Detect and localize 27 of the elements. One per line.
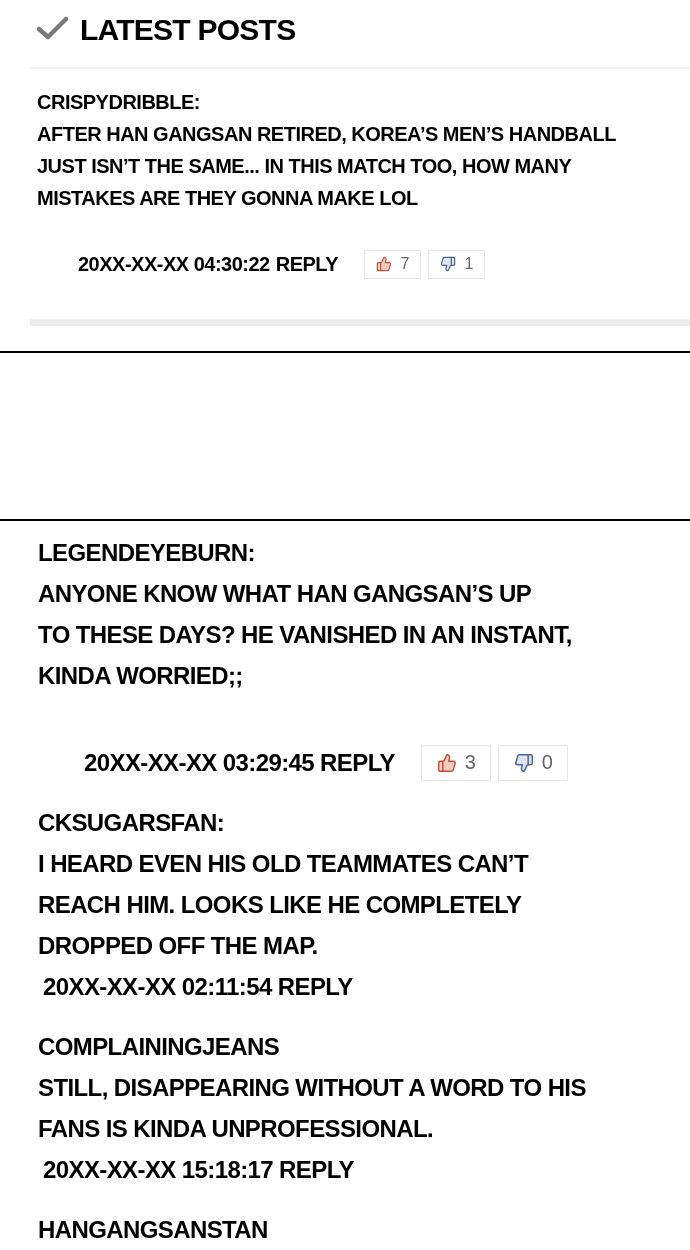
timestamp-text: 20XX-XX-XX 03:29:45 — [84, 748, 315, 778]
dislike-button[interactable]: 0 — [497, 744, 568, 781]
timestamp-text: 20XX-XX-XX 15:18:17 — [43, 1155, 274, 1185]
comment-text: STILL, DISAPPEARING WITHOUT A WORD TO HIS FANS IS KINDA UNPROFESSIONAL. — [38, 1073, 586, 1144]
thumbs-down-icon — [513, 752, 534, 773]
like-button[interactable]: 7 — [364, 249, 422, 279]
thumbs-up-icon — [376, 256, 393, 272]
section-title: LATEST POSTS — [80, 13, 296, 47]
username-text: CKSUGARSFAN: — [38, 808, 225, 838]
timestamp-text: 20XX-XX-XX 04:30:22 — [78, 252, 270, 277]
username-text: COMPLAININGJEANS — [38, 1032, 280, 1062]
checkmark-icon — [37, 16, 68, 40]
reply-link[interactable]: REPLY — [279, 1149, 354, 1190]
comment-text: ANYONE KNOW WHAT HAN GANGSAN’S UP TO THESE DAYS? HE VANISHED IN AN INSTANT, KINDA WORRIED;; — [38, 579, 572, 691]
like-button[interactable]: 3 — [420, 744, 491, 781]
username-text: CRISPYDRIBBLE: — [37, 90, 200, 115]
dislike-button[interactable]: 1 — [428, 249, 486, 279]
username-text: LEGENDEYEBURN: — [38, 538, 255, 568]
reply-link[interactable]: REPLY — [275, 248, 339, 280]
reply-link[interactable]: REPLY — [320, 742, 395, 783]
comment-text: AFTER HAN GANGSAN RETIRED, KOREA’S MEN’S HANDBALL JUST ISN’T THE SAME... IN THIS MATCH TOO, HOW MANY MISTAKES ARE THEY GONNA MAKE LOL — [37, 122, 616, 211]
thumbs-up-icon — [436, 752, 457, 773]
thumbs-down-icon — [440, 256, 457, 272]
username-text: HANGANGSANSTAN — [38, 1215, 268, 1245]
comment-text: I HEARD EVEN HIS OLD TEAMMATES CAN’T REACH HIM. LOOKS LIKE HE COMPLETELY DROPPED OFF THE MAP. — [38, 849, 528, 961]
timestamp-text: 20XX-XX-XX 02:11:54 — [43, 972, 272, 1002]
reply-link[interactable]: REPLY — [277, 966, 353, 1007]
